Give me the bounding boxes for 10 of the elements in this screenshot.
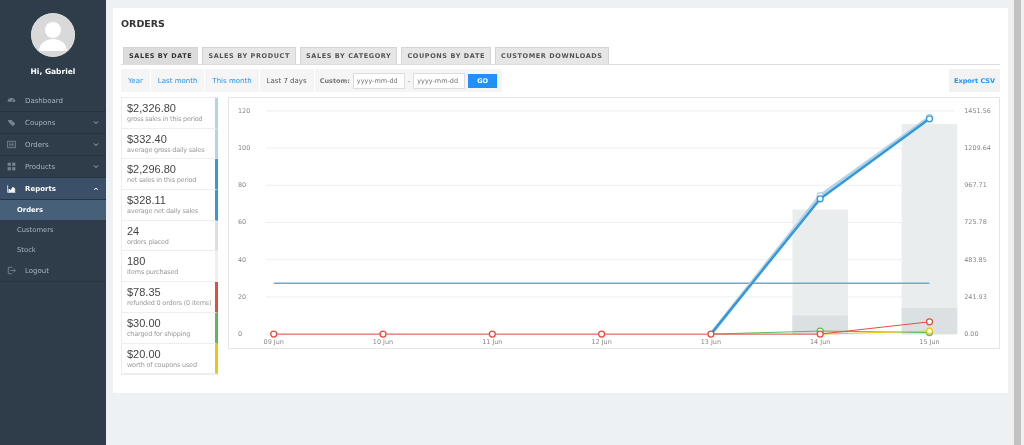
summary-value: $20.00 — [127, 347, 162, 360]
page-title: ORDERS — [121, 18, 166, 29]
summary-value: $2,326.80 — [127, 102, 177, 114]
summary-value: 180 — [127, 255, 147, 268]
summary-value: $30.00 — [127, 316, 162, 329]
summary-value: 24 — [127, 224, 141, 237]
summary-value: $78.35 — [127, 286, 162, 299]
summary-value: $332.40 — [127, 132, 168, 145]
summary-value: $2,296.80 — [127, 163, 177, 176]
summary-value: $328.11 — [127, 194, 167, 207]
